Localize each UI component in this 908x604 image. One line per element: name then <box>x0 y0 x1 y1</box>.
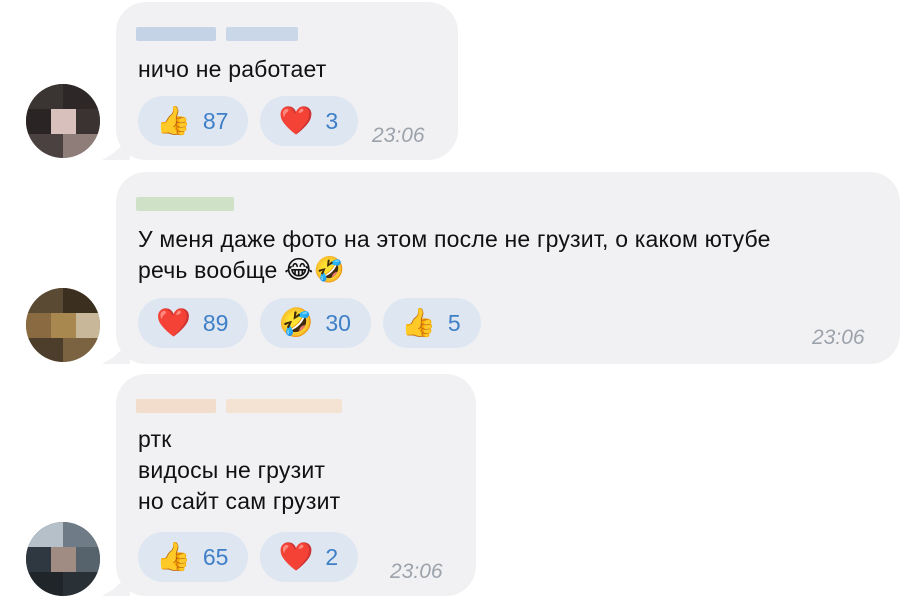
reaction-count: 2 <box>325 543 339 570</box>
reactions-bar: ❤️ 89 🤣 30 👍 5 <box>138 298 481 348</box>
sender-name-blurred[interactable] <box>136 26 298 42</box>
reaction-count: 65 <box>202 543 229 570</box>
message-bubble: У меня даже фото на этом после не грузит… <box>102 172 900 364</box>
rofl-icon: 🤣 <box>278 307 314 338</box>
avatar[interactable] <box>26 84 100 158</box>
reaction-heart[interactable]: ❤️ 3 <box>260 96 359 146</box>
heart-icon: ❤️ <box>278 541 314 572</box>
message-text: ртк видосы не грузит но сайт сам грузит <box>138 426 341 514</box>
sender-name-blurred[interactable] <box>136 398 342 414</box>
thumbs-up-icon: 👍 <box>156 105 191 136</box>
message-time: 23:06 <box>812 326 865 349</box>
heart-icon: ❤️ <box>156 307 191 338</box>
reaction-thumbs-up[interactable]: 👍 87 <box>138 96 249 146</box>
avatar[interactable] <box>26 288 100 362</box>
reaction-heart[interactable]: ❤️ 89 <box>138 298 249 348</box>
reactions-bar: 👍 87 ❤️ 3 <box>138 96 359 146</box>
reaction-count: 5 <box>447 309 461 336</box>
thumbs-up-icon: 👍 <box>156 541 191 572</box>
reaction-count: 87 <box>202 107 229 134</box>
laughing-emoji-icon: 😂🤣 <box>284 256 345 284</box>
message-text: У меня даже фото на этом после не грузит… <box>138 226 771 284</box>
reaction-count: 3 <box>325 107 339 134</box>
heart-icon: ❤️ <box>278 105 314 136</box>
avatar[interactable] <box>26 522 100 596</box>
reactions-bar: 👍 65 ❤️ 2 <box>138 532 359 582</box>
reaction-thumbs-up[interactable]: 👍 5 <box>382 298 481 348</box>
reaction-count: 89 <box>202 309 229 336</box>
message-time: 23:06 <box>372 124 425 147</box>
message-bubble: ничо не работает 👍 87 ❤️ 3 23:06 <box>102 2 458 160</box>
message-time: 23:06 <box>390 560 443 583</box>
reaction-count: 30 <box>325 309 351 336</box>
message-text: ничо не работает <box>138 56 327 82</box>
message-bubble: ртк видосы не грузит но сайт сам грузит … <box>102 374 476 596</box>
reaction-rofl[interactable]: 🤣 30 <box>260 298 371 348</box>
sender-name-blurred[interactable] <box>136 196 234 212</box>
thumbs-up-icon: 👍 <box>400 307 436 338</box>
reaction-thumbs-up[interactable]: 👍 65 <box>138 532 249 582</box>
reaction-heart[interactable]: ❤️ 2 <box>260 532 359 582</box>
